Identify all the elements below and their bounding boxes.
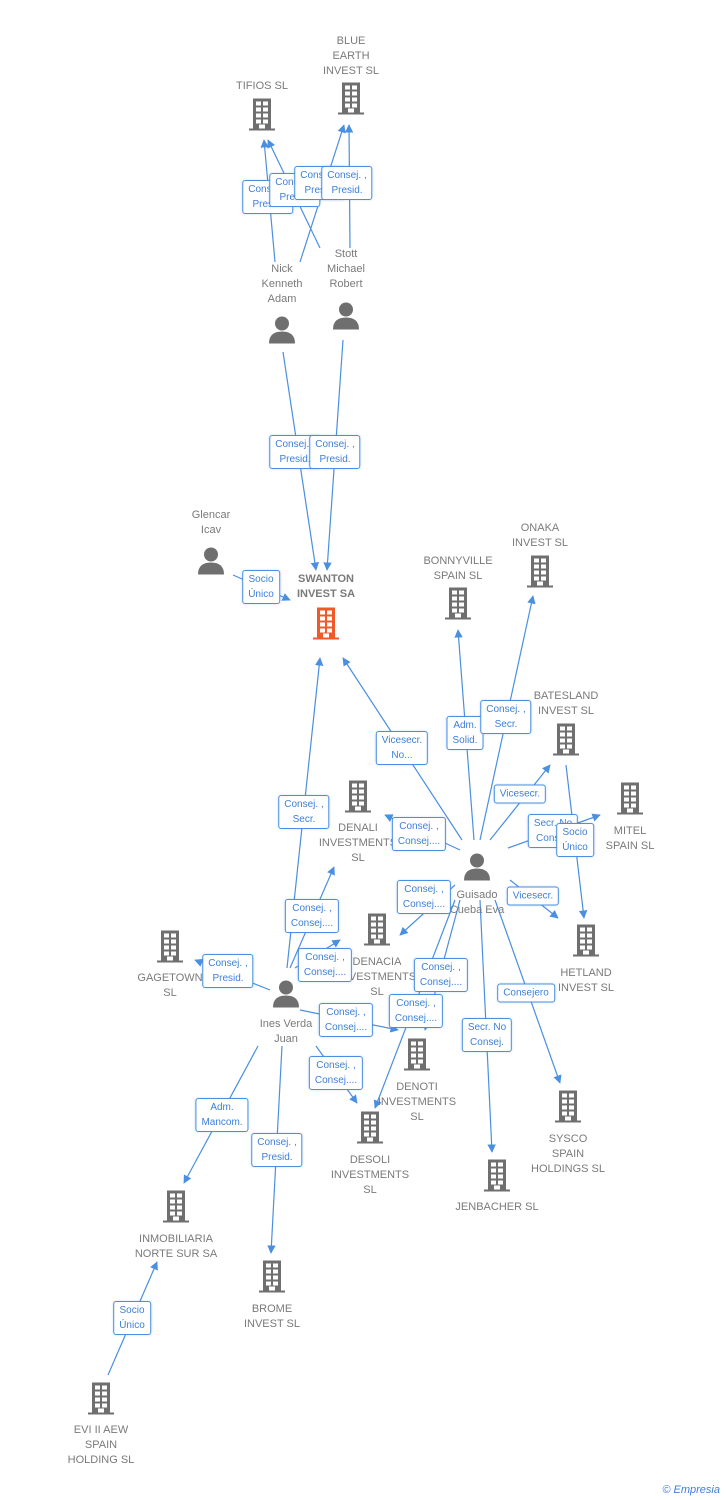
brand-logo: © Empresia: [662, 1484, 720, 1496]
edge-label[interactable]: Consej. , Presid.: [251, 1133, 303, 1167]
node-label[interactable]: SYSCO SPAIN HOLDINGS SL: [513, 1132, 623, 1177]
edges-layer: [107, 124, 601, 1376]
node-desoli[interactable]: DESOLI INVESTMENTS SL: [315, 1153, 425, 1198]
building-icon[interactable]: [362, 913, 392, 952]
edge-label[interactable]: Consej. , Consej....: [396, 880, 452, 914]
node-label[interactable]: INMOBILIARIA NORTE SUR SA: [121, 1232, 231, 1262]
person-icon[interactable]: [271, 979, 301, 1014]
building-icon[interactable]: [161, 1190, 191, 1229]
node-inmobiliaria[interactable]: INMOBILIARIA NORTE SUR SA: [121, 1232, 231, 1262]
edge-label[interactable]: Secr. No Consej.: [461, 1018, 513, 1052]
edge-label[interactable]: Consej. , Consej....: [391, 817, 447, 851]
edge-label[interactable]: Consej. , Presid.: [321, 166, 373, 200]
person-icon[interactable]: [331, 301, 361, 336]
edge-label[interactable]: Vicesecr.: [506, 886, 560, 906]
building-icon[interactable]: [336, 82, 366, 121]
edge-label[interactable]: Consej. , Presid.: [202, 954, 254, 988]
building-icon[interactable]: [355, 1111, 385, 1150]
node-label[interactable]: BONNYVILLE SPAIN SL: [403, 554, 513, 584]
edge-label[interactable]: Consej. , Secr.: [480, 700, 532, 734]
edge-label[interactable]: Consej. , Consej....: [388, 994, 444, 1028]
node-bonnyville[interactable]: BONNYVILLE SPAIN SL: [403, 554, 513, 584]
building-icon[interactable]: [482, 1159, 512, 1198]
node-sysco[interactable]: SYSCO SPAIN HOLDINGS SL: [513, 1132, 623, 1177]
person-icon[interactable]: [196, 546, 226, 581]
building-icon[interactable]: [402, 1038, 432, 1077]
node-swanton[interactable]: SWANTON INVEST SA: [271, 572, 381, 602]
node-label[interactable]: JENBACHER SL: [442, 1200, 552, 1215]
building-icon[interactable]: [155, 930, 185, 969]
building-icon[interactable]: [571, 924, 601, 963]
building-icon[interactable]: [86, 1382, 116, 1421]
node-label[interactable]: EVI II AEW SPAIN HOLDING SL: [46, 1423, 156, 1468]
edge-label[interactable]: Consej. , Consej....: [284, 899, 340, 933]
node-label[interactable]: DESOLI INVESTMENTS SL: [315, 1153, 425, 1198]
node-label[interactable]: BLUE EARTH INVEST SL: [296, 34, 406, 79]
node-stott[interactable]: Stott Michael Robert: [291, 247, 401, 292]
node-blue[interactable]: BLUE EARTH INVEST SL: [296, 34, 406, 79]
building-icon[interactable]: [257, 1260, 287, 1299]
node-glencar[interactable]: Glencar Icav: [156, 508, 266, 538]
edge-label[interactable]: Consej. , Consej....: [413, 958, 469, 992]
building-icon[interactable]: [443, 587, 473, 626]
network-diagram: © Empresia TIFIOS SL BLUE EARTH INVEST SL…: [0, 0, 728, 1500]
edge-label[interactable]: Socio Único: [556, 823, 594, 857]
building-icon[interactable]: [615, 782, 645, 821]
node-label[interactable]: SWANTON INVEST SA: [271, 572, 381, 602]
node-evi[interactable]: EVI II AEW SPAIN HOLDING SL: [46, 1423, 156, 1468]
node-jenbacher[interactable]: JENBACHER SL: [442, 1200, 552, 1215]
building-icon[interactable]: [343, 780, 373, 819]
edge-label[interactable]: Adm. Solid.: [446, 716, 484, 750]
edge-label[interactable]: Adm. Mancom.: [195, 1098, 249, 1132]
building-icon[interactable]: [247, 98, 277, 137]
edge-label[interactable]: Socio Único: [242, 570, 280, 604]
node-tifios[interactable]: TIFIOS SL: [207, 79, 317, 94]
node-label[interactable]: Stott Michael Robert: [291, 247, 401, 292]
node-label[interactable]: Glencar Icav: [156, 508, 266, 538]
node-onaka[interactable]: ONAKA INVEST SL: [485, 521, 595, 551]
person-icon[interactable]: [267, 315, 297, 350]
edge-label[interactable]: Consej. , Consej....: [318, 1003, 374, 1037]
node-label[interactable]: BROME INVEST SL: [217, 1302, 327, 1332]
edge-label[interactable]: Consej. , Consej....: [297, 948, 353, 982]
edge-label[interactable]: Vicesecr.: [493, 784, 547, 804]
building-icon[interactable]: [553, 1090, 583, 1129]
edge-label[interactable]: Consej. , Presid.: [309, 435, 361, 469]
building-icon[interactable]: [551, 723, 581, 762]
person-icon[interactable]: [462, 852, 492, 887]
node-label[interactable]: TIFIOS SL: [207, 79, 317, 94]
building-icon[interactable]: [525, 555, 555, 594]
edge-label[interactable]: Consejero: [497, 983, 555, 1003]
node-brome[interactable]: BROME INVEST SL: [217, 1302, 327, 1332]
node-label[interactable]: ONAKA INVEST SL: [485, 521, 595, 551]
edge-label[interactable]: Consej. , Secr.: [278, 795, 330, 829]
edge-label[interactable]: Socio Único: [113, 1301, 151, 1335]
edge-label[interactable]: Vicesecr. No...: [375, 731, 429, 765]
building-icon[interactable]: [311, 607, 341, 646]
edge-label[interactable]: Consej. , Consej....: [308, 1056, 364, 1090]
